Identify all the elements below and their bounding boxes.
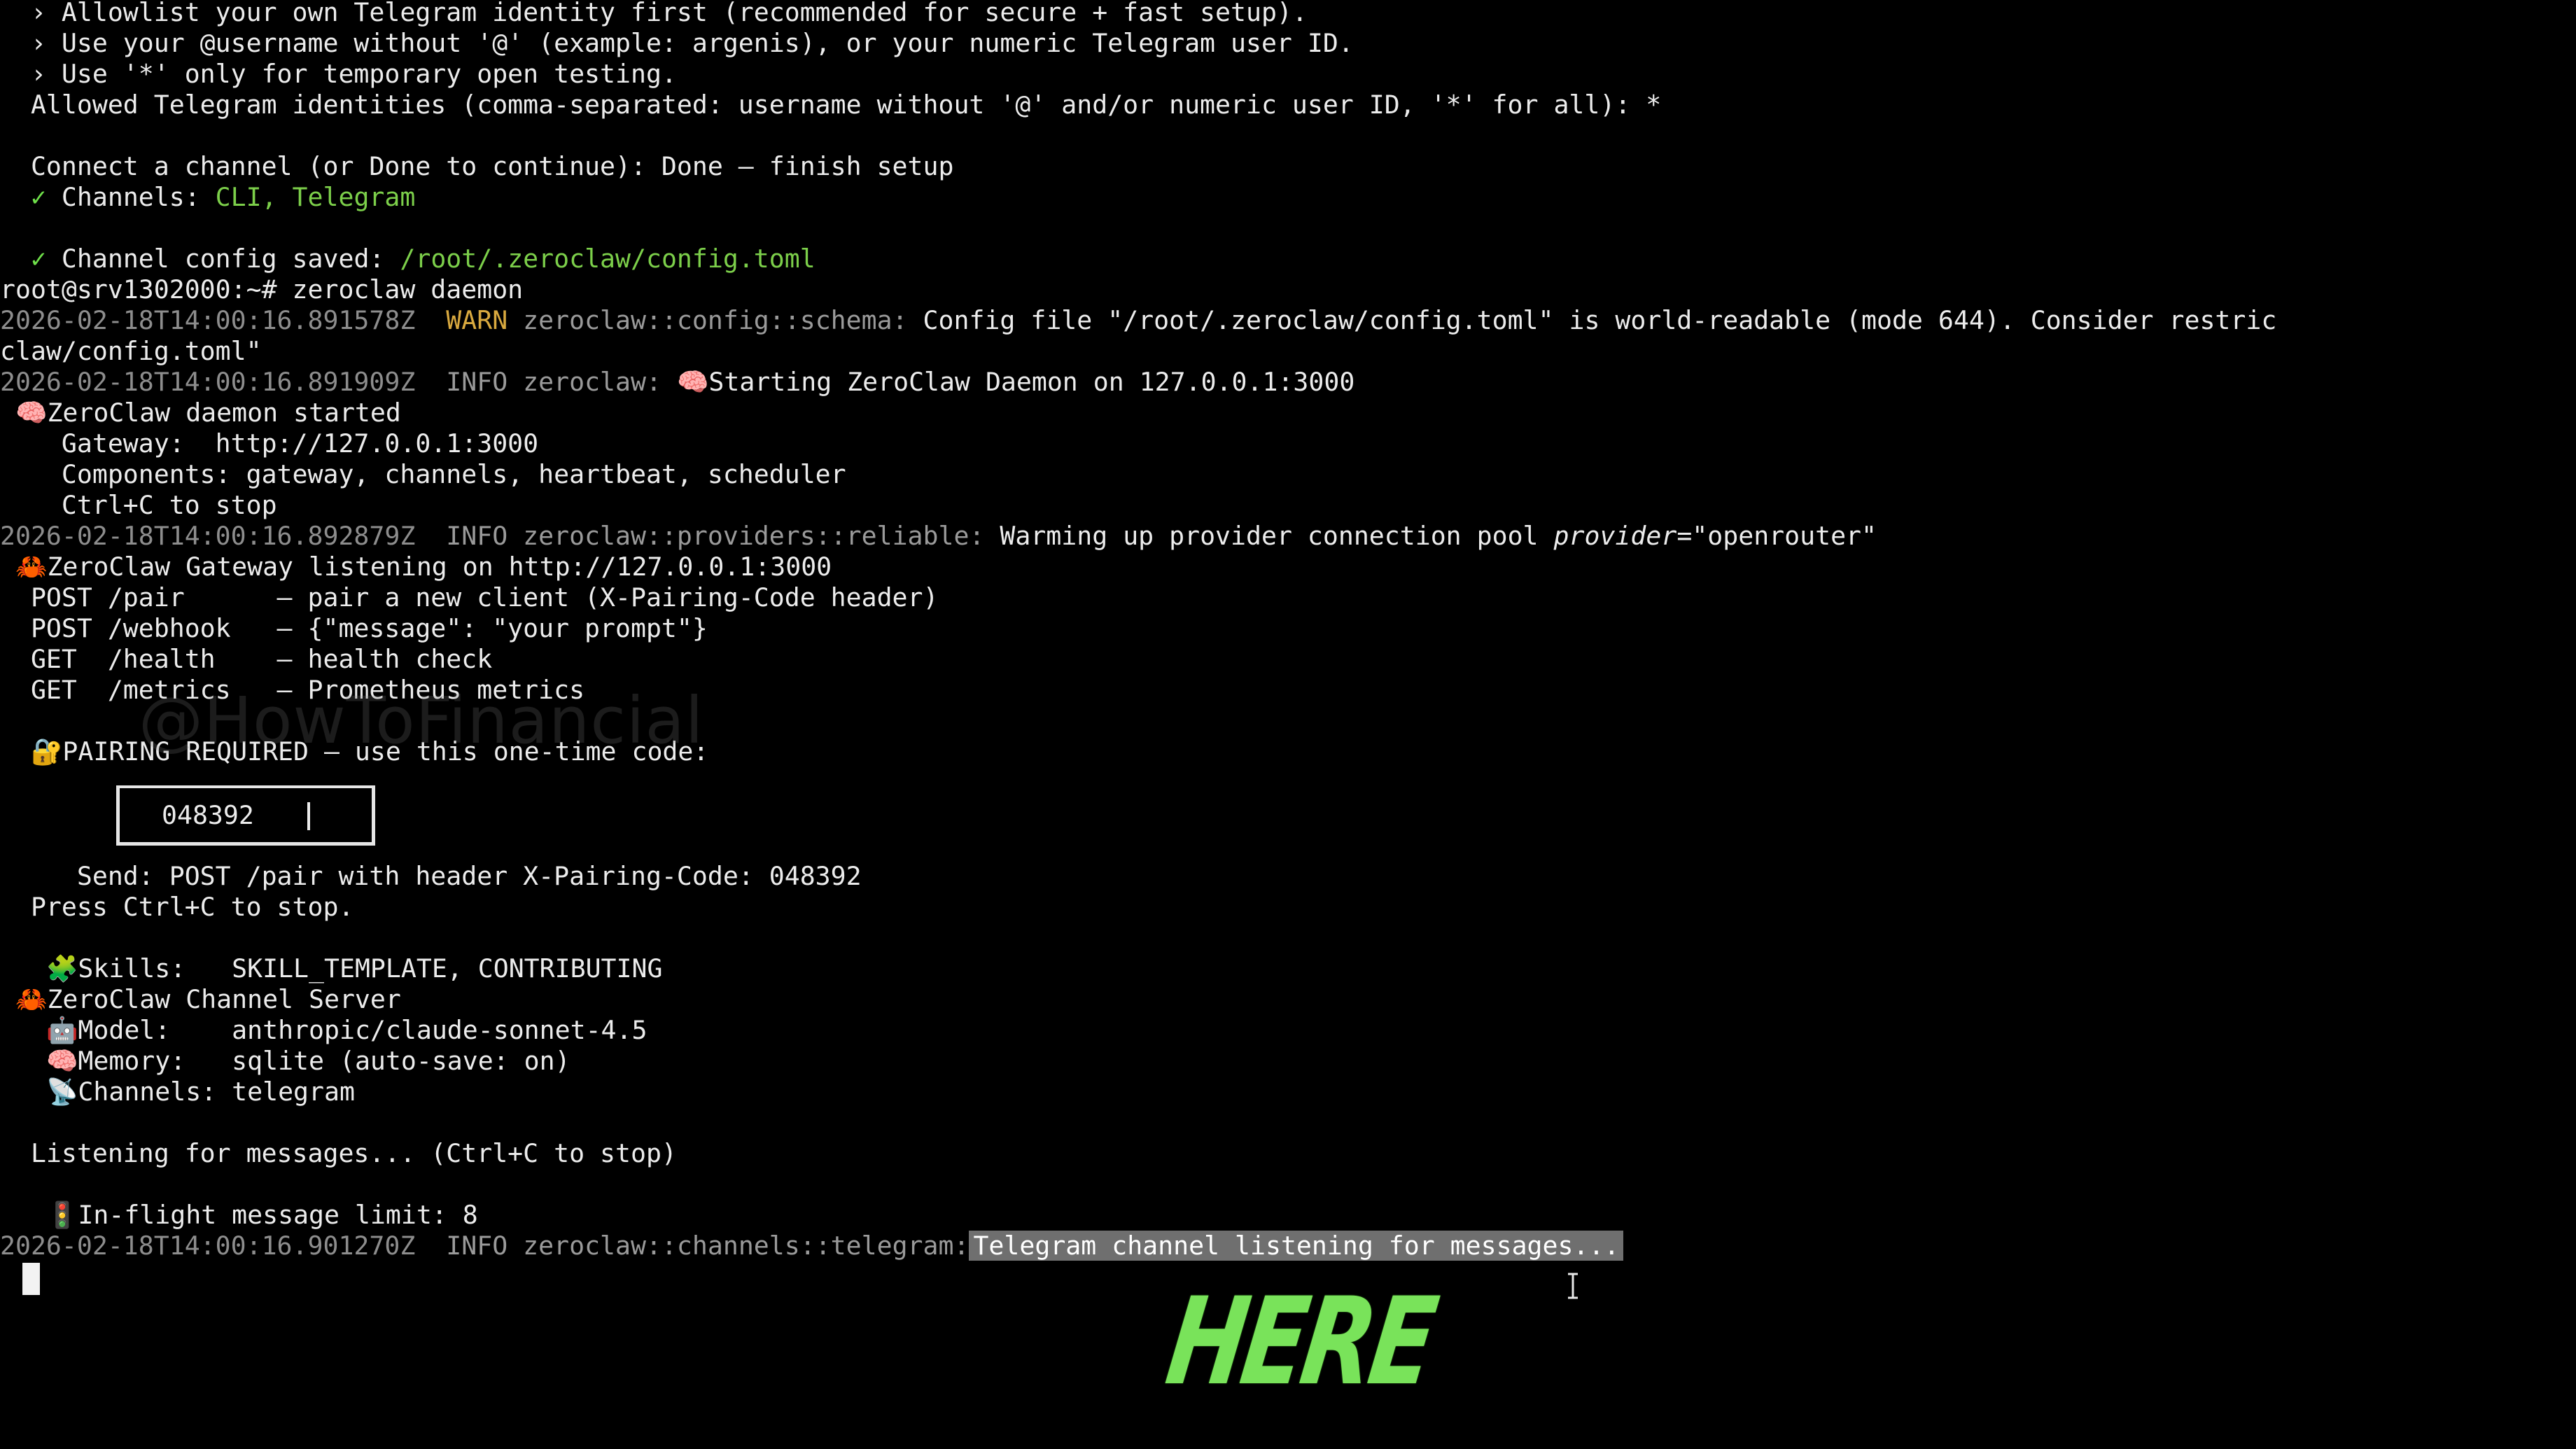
terminal-line: Allowed Telegram identities (comma-separ… bbox=[0, 90, 1662, 120]
channel-server-text: ZeroClaw Channel Server bbox=[47, 984, 401, 1014]
terminal-line: 🧩Skills: SKILL_TEMPLATE, CONTRIBUTING bbox=[0, 953, 2576, 984]
log-line: 2026-02-18T14:00:16.891909Z INFO zerocla… bbox=[0, 367, 2576, 398]
terminal-line: Send: POST /pair with header X-Pairing-C… bbox=[0, 861, 862, 891]
pairing-code-caret bbox=[307, 802, 310, 830]
log-field-key: provider bbox=[1553, 521, 1677, 551]
watermark: @HowToFinancial bbox=[139, 683, 704, 758]
skills-value: SKILL_TEMPLATE, CONTRIBUTING bbox=[186, 953, 663, 983]
log-line-wrap: claw/config.toml" bbox=[0, 336, 262, 366]
endpoint-line: GET /health — health check bbox=[0, 644, 493, 674]
terminal-line: 🧠Memory: sqlite (auto-save: on) bbox=[0, 1046, 2576, 1077]
log-level-warn: WARN bbox=[446, 305, 508, 335]
log-timestamp: 2026-02-18T14:00:16.891578Z bbox=[0, 305, 416, 335]
memory-value: sqlite (auto-save: on) bbox=[186, 1046, 570, 1076]
brain-icon: 🧠 bbox=[676, 367, 709, 397]
channels-label: Channels: bbox=[61, 182, 216, 212]
terminal-line: › Use your @username without '@' (exampl… bbox=[0, 28, 1354, 58]
terminal-line: 🤖Model: anthropic/claude-sonnet-4.5 bbox=[0, 1015, 2576, 1046]
terminal-window[interactable]: › Allowlist your own Telegram identity f… bbox=[0, 0, 2576, 1449]
terminal-line: Components: gateway, channels, heartbeat… bbox=[0, 459, 846, 489]
log-line: 2026-02-18T14:00:16.892879Z INFO zerocla… bbox=[0, 521, 2576, 552]
terminal-line: Press Ctrl+C to stop. bbox=[0, 892, 354, 922]
channels-label: Channels: bbox=[78, 1077, 217, 1107]
highlighted-log-message[interactable]: Telegram channel listening for messages.… bbox=[969, 1231, 1624, 1261]
inflight-limit-text: In-flight message limit: 8 bbox=[78, 1200, 478, 1230]
puzzle-icon: 🧩 bbox=[46, 953, 78, 983]
config-saved-label: Channel config saved: bbox=[61, 244, 400, 274]
pairing-code: 048392 bbox=[162, 800, 254, 830]
log-level-info: INFO bbox=[446, 367, 508, 397]
model-label: Model: bbox=[78, 1015, 171, 1045]
brain-icon: 🧠 bbox=[46, 1046, 78, 1076]
log-message: Starting ZeroClaw Daemon on 127.0.0.1:30… bbox=[708, 367, 1355, 397]
log-level-info: INFO bbox=[446, 1231, 508, 1261]
ibeam-cursor-icon bbox=[1568, 1273, 1578, 1299]
traffic-light-icon: 🚦 bbox=[46, 1200, 78, 1230]
terminal-line: 🚦In-flight message limit: 8 bbox=[0, 1200, 2576, 1231]
log-message: Config file "/root/.zeroclaw/config.toml… bbox=[923, 305, 2277, 335]
model-value: anthropic/claude-sonnet-4.5 bbox=[170, 1015, 648, 1045]
log-module: zeroclaw: bbox=[523, 367, 662, 397]
gateway-listening-text: ZeroClaw Gateway listening on http://127… bbox=[47, 552, 832, 582]
log-module: zeroclaw::config::schema: bbox=[523, 305, 908, 335]
terminal-line: 🧠ZeroClaw daemon started bbox=[0, 398, 2576, 428]
crab-icon: 🦀 bbox=[15, 984, 48, 1014]
log-level-info: INFO bbox=[446, 521, 508, 551]
terminal-line: › Allowlist your own Telegram identity f… bbox=[0, 0, 1308, 27]
checkmark-icon: ✓ bbox=[30, 182, 46, 212]
memory-label: Memory: bbox=[78, 1046, 186, 1076]
terminal-line: 🦀ZeroClaw Channel Server bbox=[0, 984, 2576, 1015]
log-module: zeroclaw::channels::telegram: bbox=[523, 1231, 969, 1261]
endpoint-line: POST /pair — pair a new client (X-Pairin… bbox=[0, 582, 939, 612]
lock-icon: 🔐 bbox=[30, 736, 63, 766]
log-field-value: ="openrouter" bbox=[1676, 521, 1877, 551]
overlay-caption: HERE bbox=[1159, 1271, 1441, 1412]
config-path: /root/.zeroclaw/config.toml bbox=[400, 244, 816, 274]
terminal-cursor bbox=[22, 1263, 40, 1295]
daemon-started-text: ZeroClaw daemon started bbox=[47, 398, 401, 428]
log-timestamp: 2026-02-18T14:00:16.891909Z bbox=[0, 367, 416, 397]
satellite-icon: 📡 bbox=[46, 1077, 78, 1107]
log-line: 2026-02-18T14:00:16.891578Z WARN zerocla… bbox=[0, 305, 2576, 336]
log-timestamp: 2026-02-18T14:00:16.892879Z bbox=[0, 521, 416, 551]
log-line: 2026-02-18T14:00:16.901270Z INFO zerocla… bbox=[0, 1231, 2576, 1261]
endpoint-line: POST /webhook — {"message": "your prompt… bbox=[0, 613, 708, 643]
log-module: zeroclaw::providers::reliable: bbox=[523, 521, 985, 551]
pairing-code-box: 048392 bbox=[116, 784, 430, 846]
terminal-line: Gateway: http://127.0.0.1:3000 bbox=[0, 428, 539, 458]
channels-value: telegram bbox=[216, 1077, 355, 1107]
log-message: Warming up provider connection pool bbox=[1000, 521, 1539, 551]
crab-icon: 🦀 bbox=[15, 552, 48, 582]
terminal-line: ✓ Channel config saved: /root/.zeroclaw/… bbox=[0, 244, 2576, 274]
terminal-line: Listening for messages... (Ctrl+C to sto… bbox=[0, 1138, 677, 1168]
terminal-line: 📡Channels: telegram bbox=[0, 1077, 2576, 1107]
log-timestamp: 2026-02-18T14:00:16.901270Z bbox=[0, 1231, 416, 1261]
terminal-line: Ctrl+C to stop bbox=[0, 490, 277, 520]
robot-icon: 🤖 bbox=[46, 1015, 78, 1045]
brain-icon: 🧠 bbox=[15, 398, 48, 428]
channels-value: CLI, Telegram bbox=[215, 182, 416, 212]
terminal-line: › Use '*' only for temporary open testin… bbox=[0, 59, 677, 89]
shell-prompt-line: root@srv1302000:~# zeroclaw daemon bbox=[0, 274, 524, 304]
terminal-line: Connect a channel (or Done to continue):… bbox=[0, 151, 954, 181]
pairing-box-gap bbox=[414, 784, 430, 791]
terminal-line: ✓ Channels: CLI, Telegram bbox=[0, 182, 2576, 213]
skills-label: Skills: bbox=[78, 953, 186, 983]
terminal-line: 🦀ZeroClaw Gateway listening on http://12… bbox=[0, 552, 2576, 582]
checkmark-icon: ✓ bbox=[30, 244, 46, 274]
